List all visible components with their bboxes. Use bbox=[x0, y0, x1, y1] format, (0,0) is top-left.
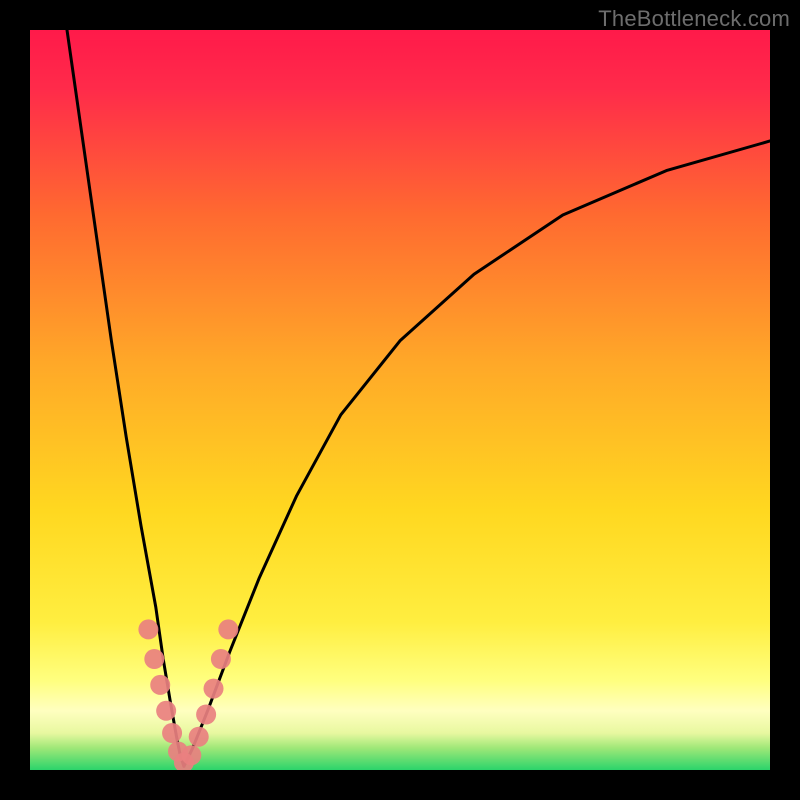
data-marker bbox=[196, 705, 216, 725]
data-marker bbox=[181, 745, 201, 765]
data-marker bbox=[189, 727, 209, 747]
plot-area bbox=[30, 30, 770, 770]
data-marker bbox=[211, 649, 231, 669]
gradient-background bbox=[30, 30, 770, 770]
data-marker bbox=[138, 619, 158, 639]
plot-svg bbox=[30, 30, 770, 770]
data-marker bbox=[144, 649, 164, 669]
watermark-text: TheBottleneck.com bbox=[598, 6, 790, 32]
chart-frame: TheBottleneck.com bbox=[0, 0, 800, 800]
data-marker bbox=[162, 723, 182, 743]
data-marker bbox=[218, 619, 238, 639]
data-marker bbox=[156, 701, 176, 721]
data-marker bbox=[150, 675, 170, 695]
data-marker bbox=[204, 679, 224, 699]
